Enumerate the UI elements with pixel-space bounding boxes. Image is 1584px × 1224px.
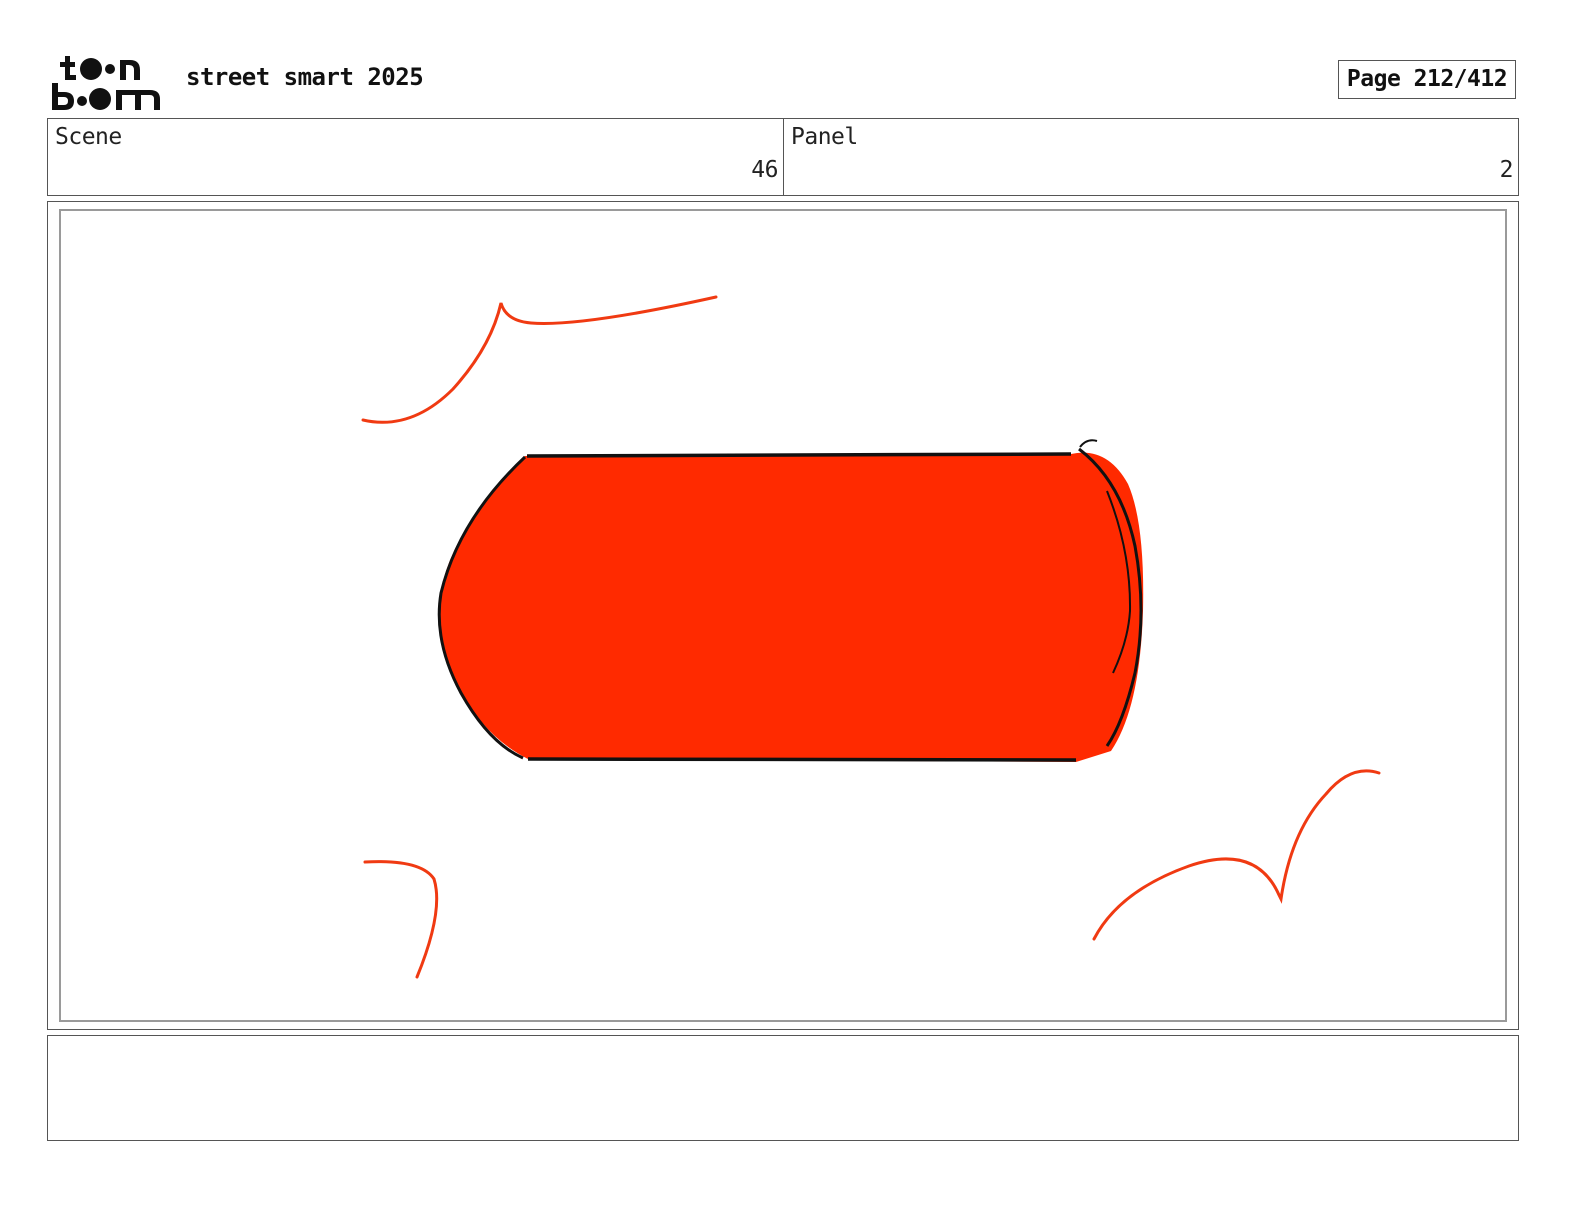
capsule-top-outline <box>526 452 1072 458</box>
panel-number: 2 <box>1499 157 1514 183</box>
panel-cell: Panel 2 <box>784 119 1518 195</box>
toonboom-logo-icon <box>52 52 164 112</box>
scene-label: Scene <box>55 124 122 150</box>
accent-stroke-bottom-right <box>1092 769 1381 941</box>
capsule-bottom-outline <box>527 757 1077 762</box>
project-title: street smart 2025 <box>186 63 424 91</box>
capsule-corner-hook <box>1079 439 1098 448</box>
storyboard-drawing <box>361 295 1381 979</box>
panel-image-frame <box>47 201 1519 1030</box>
red-capsule-shape <box>438 452 1144 762</box>
scene-number: 46 <box>751 157 778 183</box>
panel-notes-box <box>47 1035 1519 1141</box>
accent-stroke-bottom-left <box>363 860 439 979</box>
panel-label: Panel <box>791 124 858 150</box>
scene-cell: Scene 46 <box>48 119 784 195</box>
panel-image-area <box>59 209 1507 1022</box>
scene-panel-info: Scene 46 Panel 2 <box>47 118 1519 196</box>
page-number: Page 212/412 <box>1338 60 1516 99</box>
accent-stroke-top <box>361 295 718 424</box>
